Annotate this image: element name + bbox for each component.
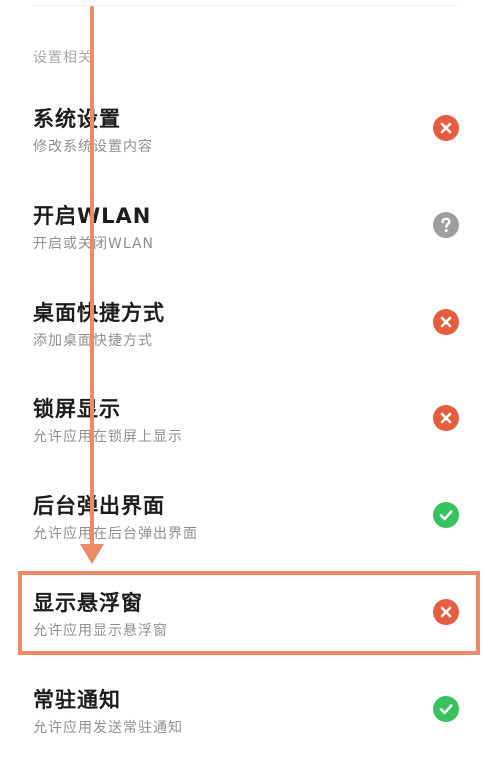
permission-title: 后台弹出界面	[33, 494, 165, 518]
permission-subtitle: 添加桌面快捷方式	[33, 333, 153, 349]
permission-row-wlan[interactable]: 开启WLAN 开启或关闭WLAN	[0, 200, 502, 296]
permission-row-desktop-shortcut[interactable]: 桌面快捷方式 添加桌面快捷方式	[0, 297, 502, 393]
close-icon[interactable]	[433, 309, 459, 335]
close-icon[interactable]	[433, 405, 459, 431]
permission-title: 开启WLAN	[33, 204, 152, 228]
top-divider	[32, 5, 458, 6]
annotation-highlight-box	[18, 571, 480, 655]
permission-title: 常驻通知	[33, 688, 121, 712]
check-icon[interactable]	[433, 696, 459, 722]
permission-row-system-settings[interactable]: 系统设置 修改系统设置内容	[0, 103, 502, 199]
permission-row-lockscreen-display[interactable]: 锁屏显示 允许应用在锁屏上显示	[0, 393, 502, 489]
permission-title: 系统设置	[33, 107, 121, 131]
permission-title: 锁屏显示	[33, 397, 121, 421]
close-icon[interactable]	[433, 115, 459, 141]
permission-subtitle: 允许应用发送常驻通知	[33, 720, 183, 736]
check-icon[interactable]	[433, 502, 459, 528]
permission-subtitle: 允许应用在锁屏上显示	[33, 429, 183, 445]
permission-title: 桌面快捷方式	[33, 301, 165, 325]
question-icon[interactable]	[433, 212, 459, 238]
permission-row-persistent-notification[interactable]: 常驻通知 允许应用发送常驻通知	[0, 684, 502, 780]
section-header: 设置相关	[33, 50, 93, 66]
permission-subtitle: 允许应用在后台弹出界面	[33, 526, 198, 542]
permission-subtitle: 开启或关闭WLAN	[33, 236, 155, 252]
permission-subtitle: 修改系统设置内容	[33, 139, 153, 155]
